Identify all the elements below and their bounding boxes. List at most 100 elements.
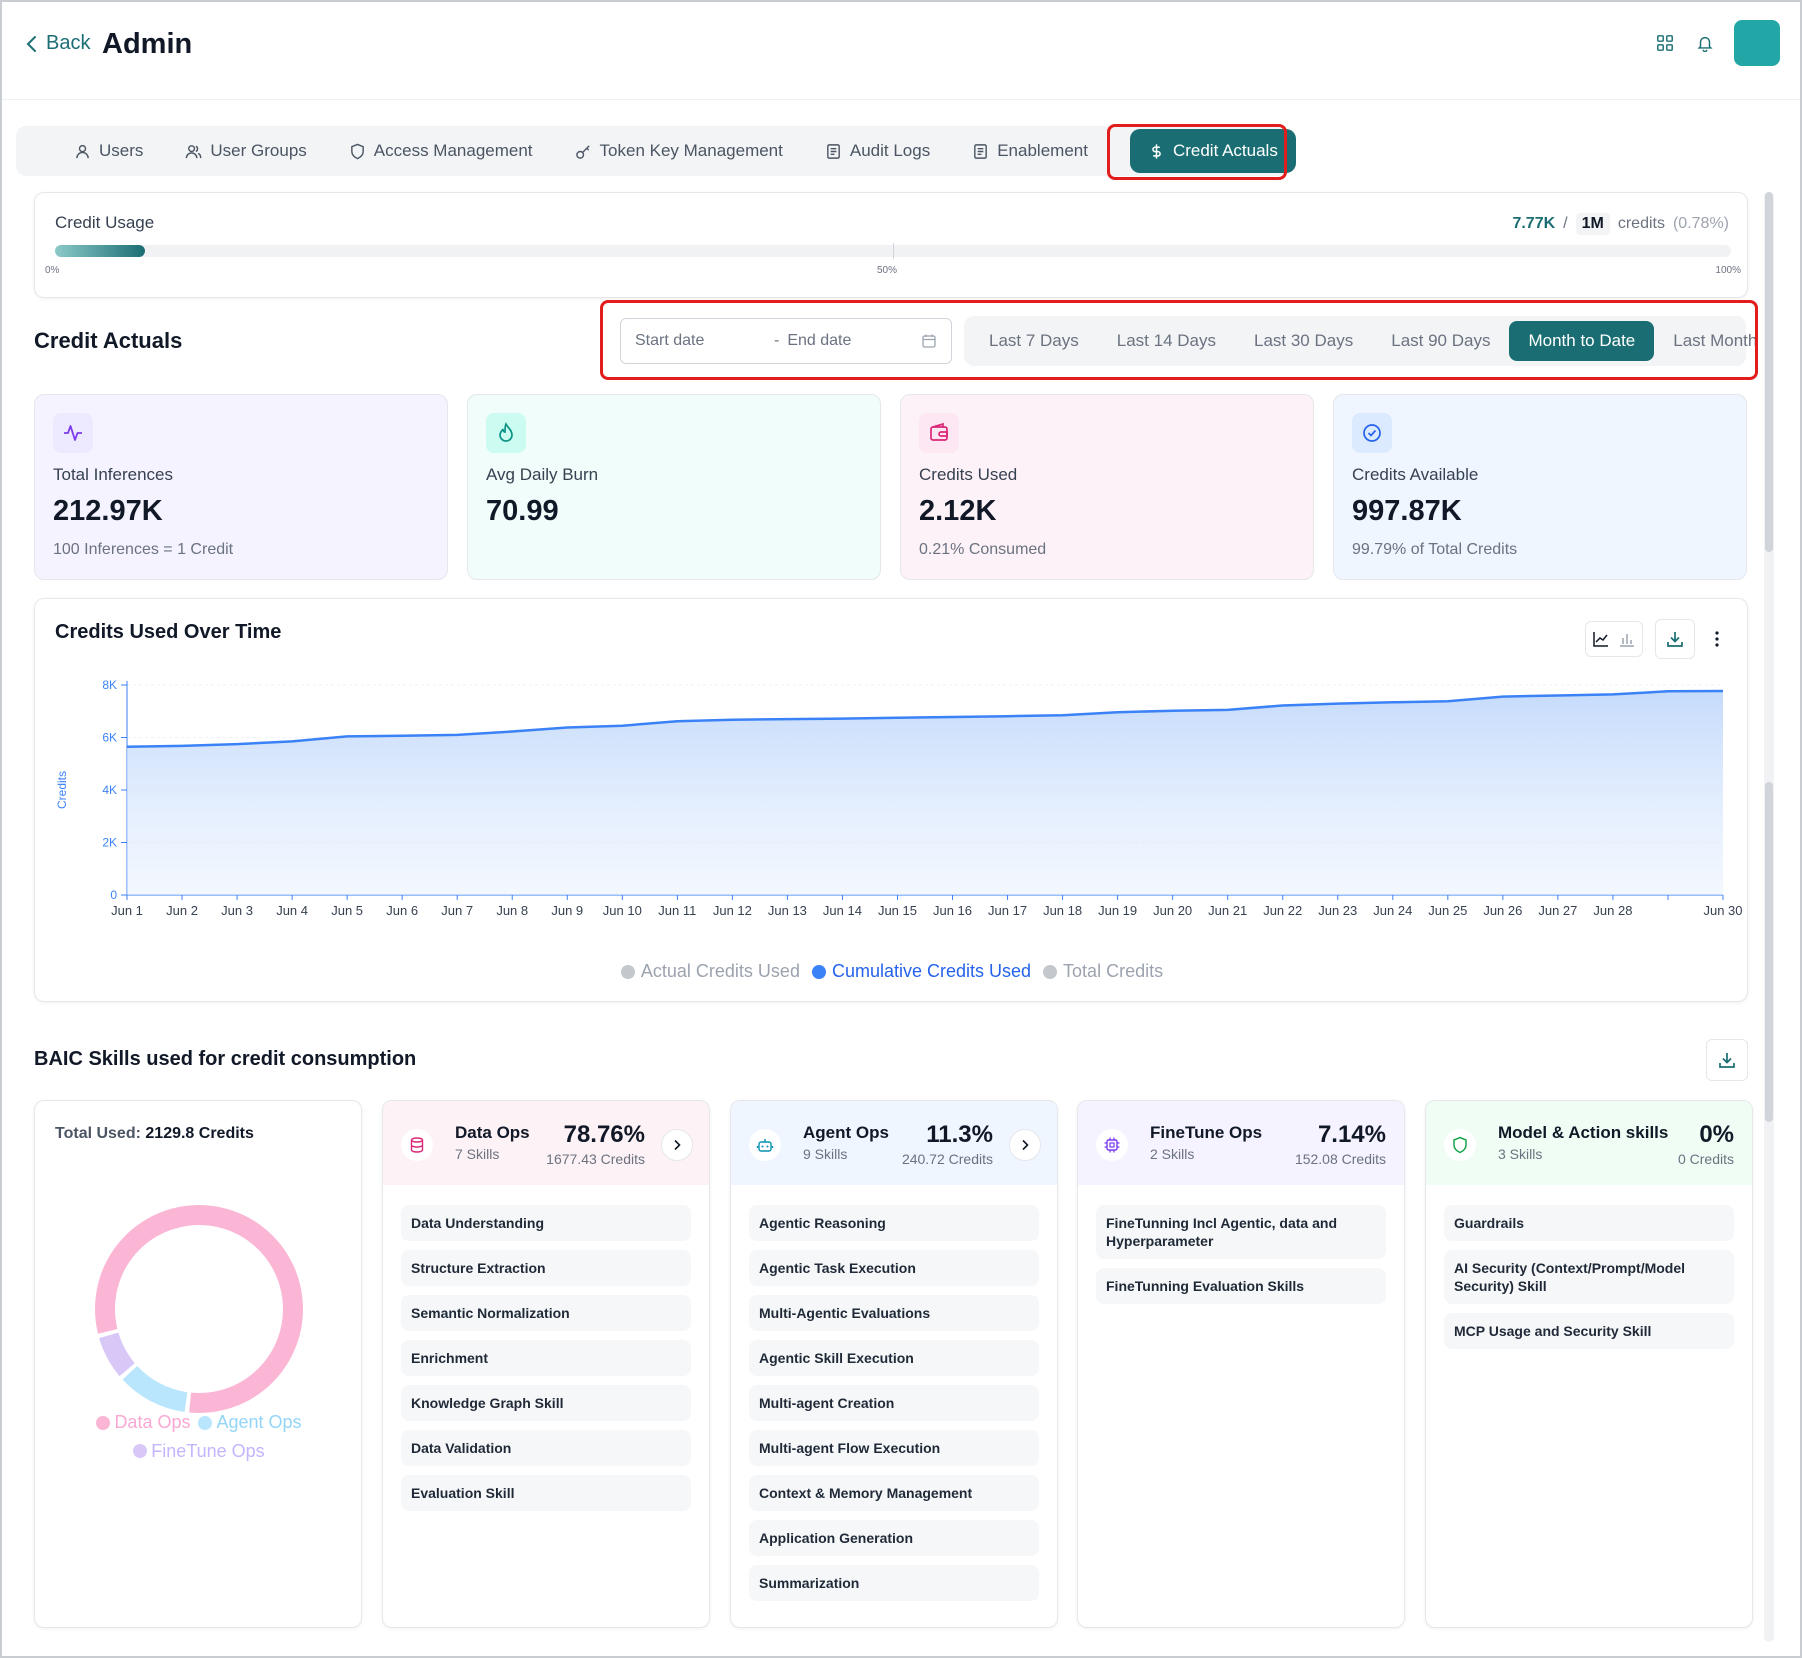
preset-month-to-date[interactable]: Month to Date — [1509, 321, 1655, 361]
bar-chart-icon[interactable] — [1618, 630, 1636, 648]
skill-item[interactable]: Enrichment — [401, 1340, 691, 1376]
preset-last-30-days[interactable]: Last 30 Days — [1235, 321, 1372, 361]
skill-count: 2 Skills — [1150, 1146, 1195, 1162]
preset-last-7-days[interactable]: Last 7 Days — [970, 321, 1098, 361]
expand-button[interactable] — [661, 1129, 693, 1161]
progress-tick-0: 0% — [45, 265, 60, 276]
skill-item[interactable]: Context & Memory Management — [749, 1475, 1039, 1511]
skill-item[interactable]: Agentic Reasoning — [749, 1205, 1039, 1241]
page-title: Admin — [102, 28, 193, 60]
progress-midpoint — [893, 243, 894, 259]
tab-audit-logs[interactable]: Audit Logs — [811, 129, 944, 173]
skill-item[interactable]: AI Security (Context/Prompt/Model Securi… — [1444, 1250, 1734, 1304]
donut-slice-agent-ops[interactable] — [122, 1365, 188, 1412]
skill-list: Guardrails AI Security (Context/Prompt/Mo… — [1444, 1205, 1734, 1358]
donut-slice-finetune-ops[interactable] — [99, 1332, 136, 1377]
skill-item[interactable]: MCP Usage and Security Skill — [1444, 1313, 1734, 1349]
skill-item[interactable]: Agentic Task Execution — [749, 1250, 1039, 1286]
skill-item[interactable]: Multi-agent Creation — [749, 1385, 1039, 1421]
chart-download-button[interactable] — [1655, 619, 1695, 659]
calendar-icon[interactable] — [921, 333, 937, 349]
skills-section-title: BAIC Skills used for credit consumption — [34, 1048, 417, 1070]
skill-item[interactable]: Data Understanding — [401, 1205, 691, 1241]
legend-label: Data Ops — [114, 1412, 191, 1432]
skill-item[interactable]: Semantic Normalization — [401, 1295, 691, 1331]
skill-item[interactable]: Summarization — [749, 1565, 1039, 1601]
skills-download-button[interactable] — [1706, 1039, 1748, 1081]
total-used-value: 2129.8 Credits — [145, 1125, 254, 1142]
tab-user-groups[interactable]: User Groups — [171, 129, 320, 173]
tab-enablement[interactable]: Enablement — [958, 129, 1102, 173]
tab-access-management[interactable]: Access Management — [335, 129, 547, 173]
back-button[interactable]: Back — [24, 32, 90, 55]
credits-used-value: 7.77K — [1512, 215, 1556, 232]
x-tick-label: Jun 7 — [441, 903, 473, 918]
preset-last-90-days[interactable]: Last 90 Days — [1372, 321, 1509, 361]
chart-title: Credits Used Over Time — [55, 621, 282, 643]
top-header: Back Admin — [2, 2, 1800, 100]
skill-item[interactable]: Knowledge Graph Skill — [401, 1385, 691, 1421]
donut-legend-finetune-ops[interactable]: FineTune Ops — [133, 1438, 265, 1465]
avatar[interactable] — [1734, 20, 1780, 66]
preset-last-14-days[interactable]: Last 14 Days — [1098, 321, 1235, 361]
date-separator: - — [773, 332, 780, 349]
skill-percent: 78.76% — [563, 1121, 645, 1148]
scrollbar[interactable] — [1764, 192, 1774, 1642]
legend-dot — [133, 1444, 148, 1458]
preset-last-month[interactable]: Last Month — [1654, 321, 1776, 361]
scrollbar-thumb-secondary[interactable] — [1765, 782, 1773, 1122]
skill-count: 7 Skills — [455, 1146, 500, 1162]
x-tick-label: Jun 18 — [1043, 903, 1082, 918]
end-date-input[interactable]: End date — [787, 332, 851, 350]
skill-list: Agentic Reasoning Agentic Task Execution M… — [749, 1205, 1039, 1610]
legend-label: Agent Ops — [216, 1412, 302, 1432]
skill-item[interactable]: Application Generation — [749, 1520, 1039, 1556]
y-tick-label: 8K — [102, 678, 117, 692]
skill-item[interactable]: Evaluation Skill — [401, 1475, 691, 1511]
skill-item[interactable]: FineTunning Evaluation Skills — [1096, 1268, 1386, 1304]
tab-token-key-management[interactable]: Token Key Management — [561, 129, 797, 173]
skill-item[interactable]: Multi-agent Flow Execution — [749, 1430, 1039, 1466]
tab-credit-actuals[interactable]: Credit Actuals — [1129, 129, 1296, 173]
check-circle-icon — [1352, 413, 1392, 453]
chart-more-button[interactable] — [1707, 621, 1727, 657]
skill-item[interactable]: FineTunning Incl Agentic, data and Hyper… — [1096, 1205, 1386, 1259]
skill-count: 3 Skills — [1498, 1146, 1543, 1162]
donut-legend-data-ops[interactable]: Data Ops — [96, 1409, 190, 1436]
start-date-input[interactable]: Start date — [635, 332, 704, 350]
stat-card-credits-available: Credits Available 997.87K 99.79% of Tota… — [1333, 394, 1747, 580]
tab-users[interactable]: Users — [60, 129, 157, 173]
x-tick-label: Jun 5 — [331, 903, 363, 918]
x-tick-label: Jun 27 — [1538, 903, 1577, 918]
scrollbar-thumb[interactable] — [1765, 192, 1773, 552]
skill-item[interactable]: Data Validation — [401, 1430, 691, 1466]
stat-subtext: 99.79% of Total Credits — [1352, 541, 1518, 558]
activity-icon — [53, 413, 93, 453]
chart-legend: Actual Credits Used Cumulative Credits Us… — [35, 961, 1749, 982]
skill-percent: 0% — [1699, 1121, 1734, 1148]
database-icon — [401, 1129, 433, 1161]
credits-area-chart: 0 2K 4K 6K 8K Credits Jun 1 Jun 2 Jun 3 Jun 4 Jun … — [55, 678, 1743, 918]
skill-item[interactable]: Multi-Agentic Evaluations — [749, 1295, 1039, 1331]
chevron-left-icon — [26, 35, 36, 52]
bell-icon[interactable] — [1694, 32, 1716, 54]
x-tick-label: Jun 13 — [768, 903, 807, 918]
skill-item[interactable]: Structure Extraction — [401, 1250, 691, 1286]
date-range-picker[interactable]: Start date - End date — [620, 318, 952, 364]
line-chart-icon[interactable] — [1592, 630, 1610, 648]
skill-item[interactable]: Agentic Skill Execution — [749, 1340, 1039, 1376]
download-icon — [1667, 632, 1683, 647]
x-tick-label: Jun 9 — [551, 903, 583, 918]
x-tick-label: Jun 30 — [1703, 903, 1742, 918]
legend-item-actual-credits-used[interactable]: Actual Credits Used — [620, 961, 800, 982]
legend-item-cumulative-credits-used[interactable]: Cumulative Credits Used — [811, 961, 1031, 982]
skill-item[interactable]: Guardrails — [1444, 1205, 1734, 1241]
expand-button[interactable] — [1009, 1129, 1041, 1161]
legend-label: FineTune Ops — [151, 1440, 265, 1461]
x-tick-label: Jun 8 — [496, 903, 528, 918]
credits-unit: credits — [1617, 215, 1665, 232]
legend-item-total-credits[interactable]: Total Credits — [1043, 961, 1163, 982]
grid-icon[interactable] — [1654, 32, 1676, 54]
donut-legend-agent-ops[interactable]: Agent Ops — [198, 1409, 302, 1436]
x-tick-label: Jun 24 — [1373, 903, 1412, 918]
